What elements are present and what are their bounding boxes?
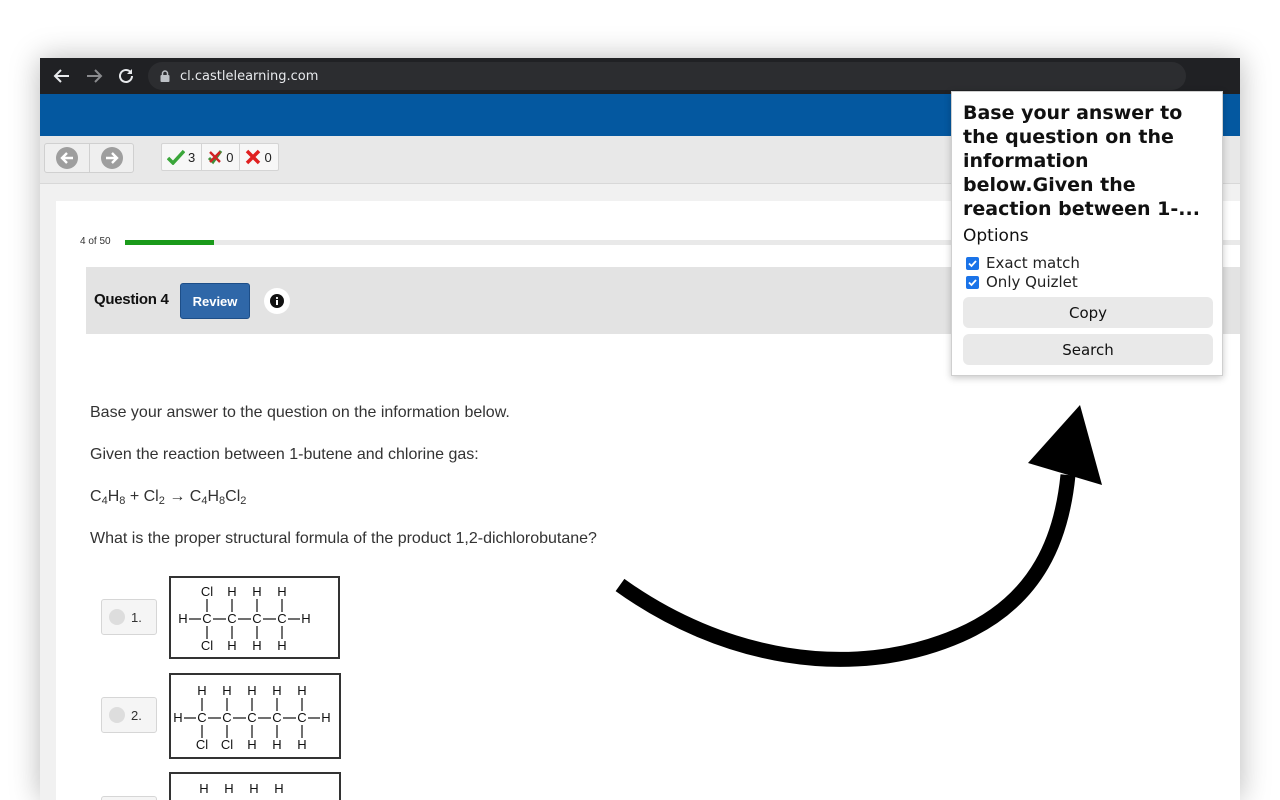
atom-label: H	[227, 584, 236, 599]
atom-label: Cl	[196, 737, 208, 752]
reactant-1: C4H8	[90, 488, 126, 507]
previous-question-button[interactable]	[45, 144, 89, 172]
score-summary: 3 0 0	[161, 143, 279, 171]
browser-toolbar: cl.castlelearning.com	[40, 58, 1240, 94]
x-icon	[246, 149, 261, 165]
question-nav	[44, 143, 134, 173]
lock-icon	[160, 70, 170, 82]
atom-label: C	[222, 710, 231, 725]
radio-button[interactable]	[109, 609, 125, 625]
atom-label: H	[197, 683, 206, 698]
atom-label: H	[252, 584, 261, 599]
atom-label: C	[197, 710, 206, 725]
atom-label: C	[297, 710, 306, 725]
atom-label: H	[247, 737, 256, 752]
checkmark-icon	[968, 259, 977, 267]
partial-count: 0	[201, 144, 239, 170]
checkmark-icon	[968, 278, 977, 286]
correct-count: 3	[162, 144, 201, 170]
circle-left-arrow-icon	[56, 147, 78, 169]
reactant-2: Cl2	[143, 488, 165, 507]
atom-label: C	[202, 611, 211, 626]
atom-label: H	[222, 683, 231, 698]
atom-label: H	[274, 781, 283, 796]
atom-label: H	[272, 737, 281, 752]
only-quizlet-option[interactable]: Only Quizlet	[966, 273, 1078, 291]
reaction-equation: C4H8 + Cl2 → C4H8Cl2	[90, 488, 246, 507]
search-button[interactable]: Search	[963, 334, 1213, 365]
atom-label: H	[247, 683, 256, 698]
progress-label: 4 of 50	[80, 236, 111, 247]
choice-3-formula[interactable]: HHHH	[169, 772, 341, 800]
product: C4H8Cl2	[189, 488, 247, 507]
atom-label: H	[249, 781, 258, 796]
atom-label: H	[199, 781, 208, 796]
atom-label: Cl	[201, 638, 213, 653]
forward-arrow-icon[interactable]	[84, 66, 104, 86]
plus-sign: +	[129, 488, 140, 505]
back-arrow-icon[interactable]	[52, 66, 72, 86]
choice-2-formula[interactable]: H H H H H H C C C C C H Cl Cl H H H	[169, 673, 341, 759]
atom-label: C	[252, 611, 261, 626]
atom-label: H	[224, 781, 233, 796]
atom-label: H	[277, 638, 286, 653]
atom-label: C	[272, 710, 281, 725]
atom-label: H	[178, 611, 187, 626]
circle-right-arrow-icon	[100, 147, 123, 169]
atom-label: Cl	[201, 584, 213, 599]
atom-label: H	[227, 638, 236, 653]
question-title: Question 4	[94, 291, 169, 308]
exact-match-label: Exact match	[986, 254, 1080, 272]
incorrect-count: 0	[239, 144, 277, 170]
atom-label: H	[252, 638, 261, 653]
atom-label: H	[272, 683, 281, 698]
next-question-button[interactable]	[89, 144, 133, 172]
choice-1-radio[interactable]: 1.	[101, 599, 157, 635]
reaction-arrow: →	[169, 488, 186, 505]
exact-match-option[interactable]: Exact match	[966, 254, 1080, 272]
curved-arrow-icon	[615, 405, 1102, 667]
copy-button[interactable]: Copy	[963, 297, 1213, 328]
question-intro: Base your answer to the question on the …	[90, 404, 510, 421]
atom-label: Cl	[221, 737, 233, 752]
question-given: Given the reaction between 1-butene and …	[90, 446, 479, 463]
progress-fill	[125, 240, 215, 245]
check-icon	[167, 149, 185, 165]
atom-label: C	[277, 611, 286, 626]
atom-label: H	[173, 710, 182, 725]
atom-label: H	[277, 584, 286, 599]
extension-popup: Base your answer to the question on the …	[951, 91, 1223, 376]
atom-label: H	[297, 683, 306, 698]
address-bar[interactable]: cl.castlelearning.com	[148, 62, 1186, 90]
atom-label: C	[227, 611, 236, 626]
partial-x-icon	[208, 150, 223, 165]
choice-2-radio[interactable]: 2.	[101, 697, 157, 733]
only-quizlet-label: Only Quizlet	[986, 273, 1078, 291]
atom-label: H	[297, 737, 306, 752]
atom-label: H	[321, 710, 330, 725]
atom-label: H	[301, 611, 310, 626]
options-heading: Options	[963, 226, 1029, 246]
atom-label: C	[247, 710, 256, 725]
question-prompt: What is the proper structural formula of…	[90, 530, 597, 547]
exact-match-checkbox[interactable]	[966, 256, 979, 270]
url-text: cl.castlelearning.com	[180, 68, 319, 84]
info-icon[interactable]	[264, 288, 290, 314]
review-button[interactable]: Review	[180, 283, 250, 319]
radio-button[interactable]	[109, 707, 125, 723]
choice-1-formula[interactable]: Cl H H H H C C C C H Cl H H H	[169, 576, 340, 659]
popup-question-preview: Base your answer to the question on the …	[963, 102, 1200, 220]
choice-3-radio[interactable]	[101, 796, 157, 800]
reload-icon[interactable]	[116, 66, 136, 86]
only-quizlet-checkbox[interactable]	[966, 275, 979, 289]
